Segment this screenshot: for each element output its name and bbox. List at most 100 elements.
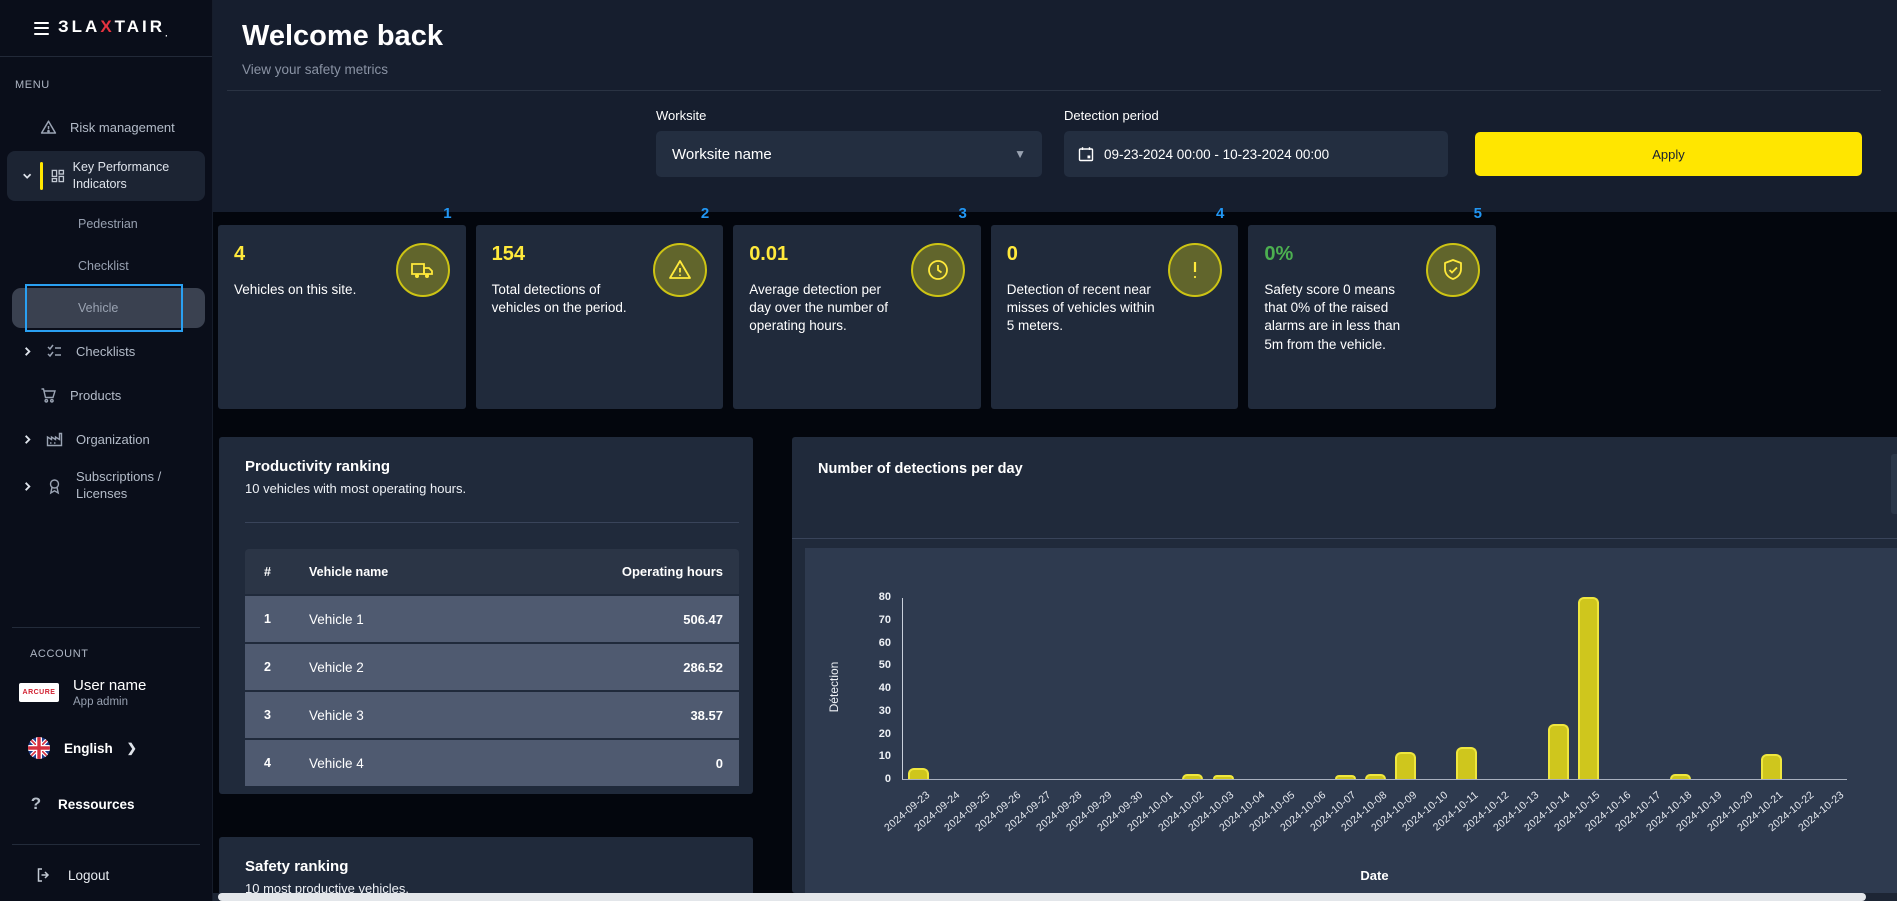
uk-flag-icon	[28, 737, 50, 759]
table-row[interactable]: 1 Vehicle 1 506.47	[245, 596, 739, 642]
operating-hours-cell: 38.57	[589, 708, 739, 723]
brand-logo: ЗLAXTAIR.	[58, 17, 168, 38]
main-content: Welcome back View your safety metrics Wo…	[213, 0, 1897, 901]
table-row[interactable]: 2 Vehicle 2 286.52	[245, 644, 739, 690]
shield-check-icon	[1426, 243, 1480, 297]
kpi-card-near-misses: 4 0 Detection of recent near misses of v…	[991, 225, 1239, 409]
bar-2024-10-15	[1578, 597, 1599, 779]
annotation-badge: 1	[443, 205, 451, 222]
menu-section-label: MENU	[0, 79, 212, 91]
sidebar-item-label: Products	[70, 388, 121, 403]
column-header-rank: #	[245, 565, 309, 579]
divider	[792, 538, 1897, 539]
brand-left: ЗLA	[58, 17, 100, 36]
rank-cell: 2	[245, 660, 309, 674]
divider	[245, 522, 739, 523]
bar-2024-09-23	[908, 768, 929, 779]
safety-subtitle: 10 most productive vehicles.	[245, 881, 731, 893]
kpi-description: Safety score 0 means that 0% of the rais…	[1264, 281, 1419, 354]
table-row[interactable]: 3 Vehicle 3 38.57	[245, 692, 739, 738]
resources-label: Ressources	[58, 797, 135, 812]
bar-2024-10-18	[1670, 774, 1691, 779]
sidebar-subitem-label: Checklist	[78, 259, 129, 273]
kpi-strip: 1 4 Vehicles on this site. 2 154 Total d…	[218, 225, 1496, 409]
sidebar-item-organization[interactable]: Organization	[0, 417, 212, 461]
y-axis-title: Détection	[827, 652, 841, 722]
table-row[interactable]: 4 Vehicle 4 0	[245, 740, 739, 786]
logout-button[interactable]: Logout	[0, 855, 212, 895]
logout-label: Logout	[68, 868, 109, 883]
sidebar-item-risk-management[interactable]: Risk management	[0, 105, 212, 149]
y-axis-tick: 60	[879, 637, 891, 649]
bar-2024-10-03	[1213, 775, 1234, 779]
brand-mark: .	[165, 29, 168, 39]
sidebar-subitem-label: Vehicle	[78, 301, 118, 315]
safety-ranking-card: Safety ranking 10 most productive vehicl…	[219, 837, 753, 893]
kpi-description: Average detection per day over the numbe…	[749, 281, 904, 336]
sidebar-subitem-vehicle[interactable]: Vehicle	[12, 288, 205, 328]
brand-right: TAIR	[115, 17, 165, 36]
bar-2024-10-11	[1456, 747, 1477, 779]
brand-x: X	[100, 17, 114, 36]
rank-cell: 4	[245, 756, 309, 770]
page-subtitle: View your safety metrics	[242, 62, 388, 77]
active-indicator-bar	[40, 162, 43, 190]
rank-cell: 3	[245, 708, 309, 722]
account-section-label: ACCOUNT	[15, 648, 212, 660]
bar-2024-10-21	[1761, 754, 1782, 779]
sidebar-item-products[interactable]: Products	[0, 373, 212, 417]
sidebar-subitem-pedestrian[interactable]: Pedestrian	[0, 203, 212, 245]
bar-2024-10-07	[1335, 775, 1356, 779]
resources-link[interactable]: ? Ressources	[0, 784, 212, 824]
sidebar-item-key-performance-indicators[interactable]: Key Performance Indicators	[7, 151, 205, 201]
account-block: ACCOUNT ARCURE User name App admin Engli…	[0, 627, 212, 901]
sidebar-item-subscriptions-licenses[interactable]: Subscriptions / Licenses	[0, 461, 212, 511]
average-detection-badge: 4.97 Average detection per day	[1891, 454, 1897, 514]
kpi-card-average-detection: 3 0.01 Average detection per day over th…	[733, 225, 981, 409]
sidebar-item-label: Checklists	[76, 344, 135, 359]
productivity-title: Productivity ranking	[245, 458, 731, 475]
exclamation-icon	[1168, 243, 1222, 297]
worksite-label: Worksite	[656, 108, 706, 123]
operating-hours-cell: 0	[589, 756, 739, 771]
annotation-badge: 2	[701, 205, 709, 222]
detection-period-input[interactable]: 09-23-2024 00:00 - 10-23-2024 00:00	[1064, 131, 1448, 177]
detection-period-label: Detection period	[1064, 108, 1159, 123]
detections-chart-card: Number of detections per day 4.97 Averag…	[792, 437, 1897, 893]
chevron-right-icon: ❯	[127, 741, 137, 755]
y-axis-tick: 40	[879, 682, 891, 694]
user-profile[interactable]: ARCURE User name App admin	[0, 677, 212, 708]
grid-icon	[51, 168, 65, 184]
warning-triangle-icon	[653, 243, 707, 297]
sidebar-item-label: Key Performance Indicators	[73, 159, 205, 193]
plot-panel: Détection 010203040506070802024-09-23202…	[805, 548, 1897, 893]
apply-button[interactable]: Apply	[1475, 132, 1862, 176]
logo-row: ЗLAXTAIR.	[0, 0, 212, 57]
vehicle-name-cell: Vehicle 3	[309, 708, 589, 723]
sidebar: ЗLAXTAIR. MENU Risk management Key Perfo…	[0, 0, 213, 901]
hamburger-menu-icon[interactable]	[34, 22, 49, 35]
calendar-icon	[1078, 146, 1094, 162]
safety-title: Safety ranking	[245, 858, 731, 875]
worksite-select[interactable]: Worksite name ▼	[656, 131, 1042, 177]
detection-period-value: 09-23-2024 00:00 - 10-23-2024 00:00	[1104, 147, 1329, 162]
avatar: ARCURE	[19, 683, 59, 702]
worksite-selected-value: Worksite name	[672, 146, 772, 163]
y-axis-tick: 0	[885, 773, 891, 785]
rank-cell: 1	[245, 612, 309, 626]
horizontal-scrollbar-thumb[interactable]	[218, 893, 1866, 901]
user-role: App admin	[73, 696, 146, 708]
sidebar-subitem-checklist[interactable]: Checklist	[0, 245, 212, 287]
annotation-badge: 3	[958, 205, 966, 222]
chevron-right-icon	[22, 434, 33, 445]
vehicle-name-cell: Vehicle 4	[309, 756, 589, 771]
vehicle-name-cell: Vehicle 2	[309, 660, 589, 675]
horizontal-scrollbar	[213, 893, 1897, 901]
column-header-vehicle-name: Vehicle name	[309, 565, 589, 579]
page-title: Welcome back	[242, 20, 443, 53]
sidebar-item-checklists[interactable]: Checklists	[0, 329, 212, 373]
language-selector[interactable]: English ❯	[0, 728, 212, 768]
plot-region: 010203040506070802024-09-232024-09-24202…	[902, 598, 1847, 780]
x-axis-title: Date	[902, 868, 1847, 883]
chevron-down-icon: ▼	[1014, 147, 1026, 161]
